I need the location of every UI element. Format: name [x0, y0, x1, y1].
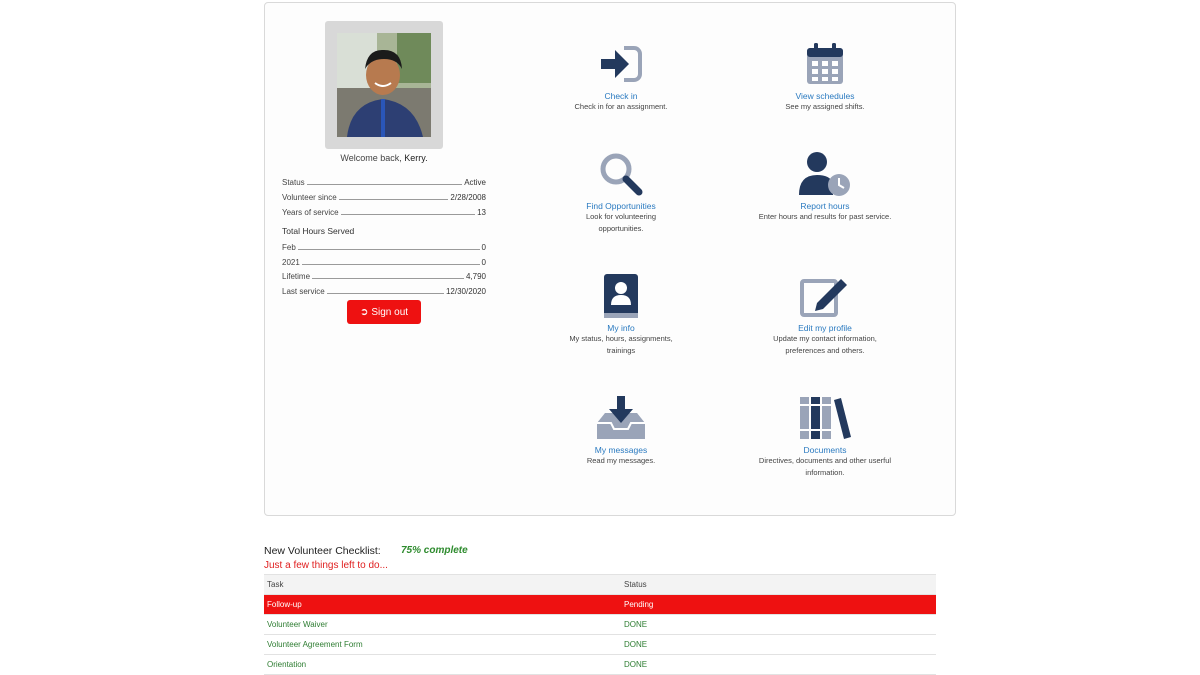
- calendar-icon: [740, 41, 910, 87]
- tile-title[interactable]: Documents: [740, 445, 910, 455]
- welcome-prefix: Welcome back,: [340, 153, 402, 163]
- leader-line: [338, 199, 449, 200]
- column-header-status: Status: [624, 580, 647, 589]
- task-name: Orientation: [267, 660, 307, 669]
- leader-line: [340, 214, 476, 215]
- books-icon: [740, 395, 910, 441]
- check-in-icon: [536, 41, 706, 87]
- leader-line: [301, 264, 480, 265]
- hours-label: 2021: [282, 258, 300, 267]
- tile-title[interactable]: View schedules: [740, 91, 910, 101]
- leader-line: [312, 278, 464, 279]
- leader-line: [297, 249, 480, 250]
- tile-check-in[interactable]: Check in Check in for an assignment.: [536, 41, 706, 113]
- dashboard-panel: Welcome back, Kerry. Status Active Volun…: [264, 2, 956, 516]
- stat-label: Status: [282, 178, 305, 187]
- checklist-subtitle: Just a few things left to do...: [264, 560, 388, 571]
- checklist-title: New Volunteer Checklist:: [264, 545, 381, 557]
- tile-description: Read my messages.: [586, 456, 656, 465]
- sign-out-icon: ➲: [359, 306, 369, 318]
- tile-my-info[interactable]: My info My status, hours, assignments, t…: [536, 273, 706, 357]
- table-row[interactable]: Volunteer Waiver DONE: [264, 615, 936, 635]
- tile-description: Enter hours and results for past service…: [758, 212, 892, 221]
- hours-last-service: Last service 12/30/2020: [282, 284, 486, 296]
- task-name: Follow-up: [267, 600, 302, 609]
- welcome-message: Welcome back, Kerry.: [281, 153, 487, 163]
- task-name: Volunteer Waiver: [267, 620, 328, 629]
- hours-label: Feb: [282, 243, 296, 252]
- column-header-task: Task: [267, 580, 284, 589]
- stat-years-of-service: Years of service 13: [282, 205, 486, 217]
- checklist-table: Task Status Follow-up Pending Volunteer …: [264, 574, 936, 675]
- leader-line: [326, 293, 444, 294]
- stat-value: 13: [477, 208, 486, 217]
- stat-value: 2/28/2008: [450, 193, 486, 202]
- leader-line: [306, 184, 463, 185]
- task-name: Volunteer Agreement Form: [267, 640, 363, 649]
- sign-out-button[interactable]: ➲ Sign out: [347, 300, 421, 324]
- volunteer-name: Kerry.: [404, 153, 428, 163]
- tile-title[interactable]: Report hours: [740, 201, 910, 211]
- task-status: DONE: [624, 620, 648, 629]
- table-row[interactable]: Volunteer Agreement Form DONE: [264, 635, 936, 655]
- task-status: Pending: [624, 600, 654, 609]
- tile-title[interactable]: My info: [536, 323, 706, 333]
- edit-icon: [740, 273, 910, 319]
- profile-photo-frame: [325, 21, 443, 149]
- tile-report-hours[interactable]: Report hours Enter hours and results for…: [740, 151, 910, 223]
- hours-lifetime: Lifetime 4,790: [282, 269, 486, 281]
- inbox-download-icon: [536, 395, 706, 441]
- profile-photo: [337, 33, 431, 137]
- tile-find-opportunities[interactable]: Find Opportunities Look for volunteering…: [536, 151, 706, 235]
- hours-label: Lifetime: [282, 272, 311, 281]
- user-clock-icon: [740, 151, 910, 197]
- table-row[interactable]: Follow-up Pending: [264, 595, 936, 615]
- stat-label: Years of service: [282, 208, 339, 217]
- tile-edit-my-profile[interactable]: Edit my profile Update my contact inform…: [740, 273, 910, 357]
- checklist-percent: 75% complete: [401, 545, 468, 556]
- tile-description: Directives, documents and other userful …: [758, 456, 892, 477]
- hours-value: 0: [481, 243, 486, 252]
- stat-label: Volunteer since: [282, 193, 337, 202]
- tile-title[interactable]: Check in: [536, 91, 706, 101]
- tile-title[interactable]: My messages: [536, 445, 706, 455]
- tile-description: Update my contact information, preferenc…: [773, 334, 877, 355]
- sign-out-label: Sign out: [371, 306, 409, 318]
- stat-value: Active: [464, 178, 486, 187]
- table-row[interactable]: Orientation DONE: [264, 655, 936, 675]
- tile-view-schedules[interactable]: View schedules See my assigned shifts.: [740, 41, 910, 113]
- tile-description: Look for volunteering opportunities.: [585, 212, 657, 233]
- tile-description: My status, hours, assignments, trainings: [569, 334, 673, 355]
- stat-volunteer-since: Volunteer since 2/28/2008: [282, 190, 486, 202]
- total-hours-heading: Total Hours Served: [282, 226, 355, 236]
- tile-documents[interactable]: Documents Directives, documents and othe…: [740, 395, 910, 479]
- hours-value: 4,790: [465, 272, 486, 281]
- task-status: DONE: [624, 640, 648, 649]
- hours-value: 12/30/2020: [445, 287, 486, 296]
- hours-month: Feb 0: [282, 240, 486, 252]
- hours-year: 2021 0: [282, 255, 486, 267]
- task-status: DONE: [624, 660, 648, 669]
- tile-description: See my assigned shifts.: [785, 102, 865, 111]
- search-icon: [536, 151, 706, 197]
- tile-title[interactable]: Find Opportunities: [536, 201, 706, 211]
- tile-my-messages[interactable]: My messages Read my messages.: [536, 395, 706, 467]
- tile-description: Check in for an assignment.: [574, 102, 668, 111]
- hours-label: Last service: [282, 287, 325, 296]
- tile-title[interactable]: Edit my profile: [740, 323, 910, 333]
- address-book-icon: [536, 273, 706, 319]
- hours-value: 0: [481, 258, 486, 267]
- table-header: Task Status: [264, 574, 936, 595]
- stat-status: Status Active: [282, 175, 486, 187]
